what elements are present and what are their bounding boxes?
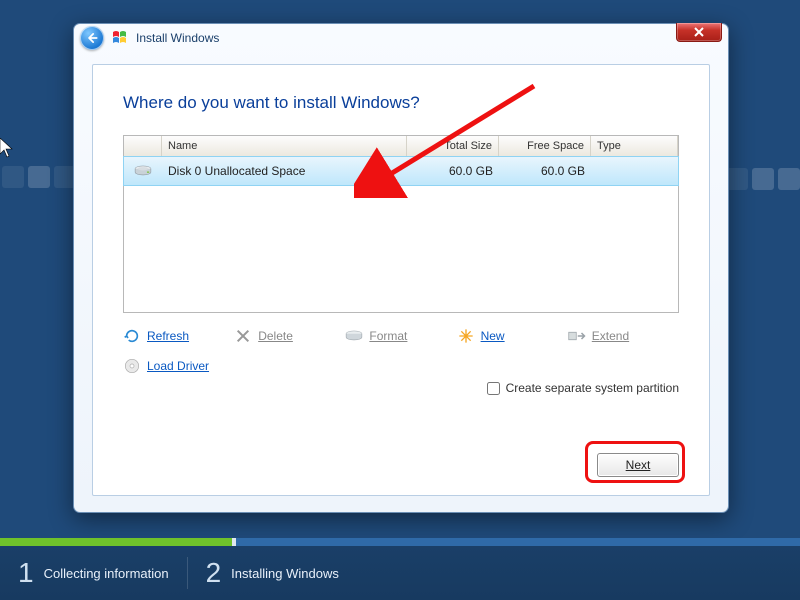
extend-label: Extend — [592, 329, 629, 343]
step-2-label: Installing Windows — [231, 566, 339, 581]
dialog-body: Where do you want to install Windows? Na… — [92, 64, 710, 496]
titlebar: Install Windows — [74, 24, 728, 52]
column-headers[interactable]: Name Total Size Free Space Type — [124, 136, 678, 157]
extend-link: Extend — [568, 327, 679, 345]
new-link[interactable]: New — [457, 327, 568, 345]
step-2: 2 Installing Windows — [188, 546, 357, 600]
step-1: 1 Collecting information — [0, 546, 187, 600]
disk-list[interactable]: Name Total Size Free Space Type Di — [123, 135, 679, 313]
disk-free: 60.0 GB — [499, 164, 591, 178]
refresh-icon — [123, 327, 141, 345]
delete-label: Delete — [258, 329, 293, 343]
step-1-label: Collecting information — [44, 566, 169, 581]
desktop-background: Install Windows Where do you want to ins… — [0, 0, 800, 600]
separate-partition-option[interactable]: Create separate system partition — [123, 381, 679, 395]
window-title: Install Windows — [136, 31, 219, 45]
new-label: New — [481, 329, 505, 343]
delete-link: Delete — [234, 327, 345, 345]
disk-total: 60.0 GB — [407, 164, 499, 178]
new-icon — [457, 327, 475, 345]
refresh-link[interactable]: Refresh — [123, 327, 234, 345]
col-free[interactable]: Free Space — [499, 136, 591, 156]
step-1-number: 1 — [18, 557, 34, 589]
format-label: Format — [369, 329, 407, 343]
col-type[interactable]: Type — [591, 136, 678, 156]
load-driver-link[interactable]: Load Driver — [123, 357, 234, 375]
next-button[interactable]: Next — [597, 453, 679, 477]
separate-partition-checkbox[interactable] — [487, 382, 500, 395]
disc-icon — [123, 357, 141, 375]
separate-partition-label: Create separate system partition — [506, 381, 679, 395]
col-name[interactable]: Name — [162, 136, 407, 156]
drive-tools: Refresh Delete Format New Extend — [123, 327, 679, 375]
back-button[interactable] — [80, 26, 104, 50]
hard-disk-icon — [134, 162, 152, 180]
progress-seg-2 — [236, 538, 800, 546]
step-2-number: 2 — [206, 557, 222, 589]
cursor-icon — [0, 138, 14, 163]
setup-progress-bar — [0, 538, 800, 546]
windows-logo-icon — [112, 30, 128, 46]
col-total[interactable]: Total Size — [407, 136, 499, 156]
disk-row[interactable]: Disk 0 Unallocated Space 60.0 GB 60.0 GB — [123, 156, 679, 186]
close-button[interactable] — [676, 23, 722, 42]
disk-name: Disk 0 Unallocated Space — [162, 164, 407, 178]
refresh-label: Refresh — [147, 329, 189, 343]
extend-icon — [568, 327, 586, 345]
format-icon — [345, 327, 363, 345]
format-link: Format — [345, 327, 456, 345]
page-heading: Where do you want to install Windows? — [123, 93, 679, 113]
load-driver-label: Load Driver — [147, 359, 209, 373]
setup-steps-bar: 1 Collecting information 2 Installing Wi… — [0, 546, 800, 600]
install-windows-dialog: Install Windows Where do you want to ins… — [73, 23, 729, 513]
progress-seg-1 — [0, 538, 232, 546]
delete-icon — [234, 327, 252, 345]
